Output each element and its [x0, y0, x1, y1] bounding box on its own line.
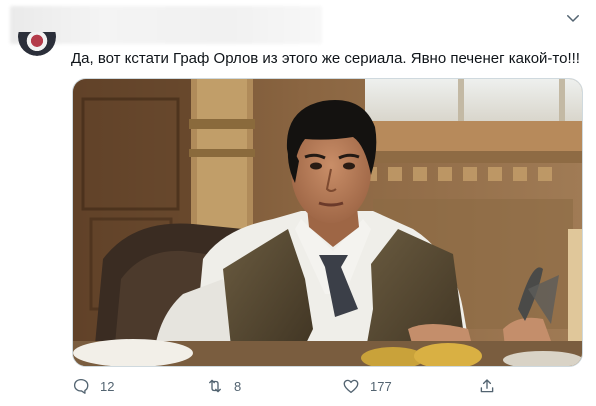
chevron-down-icon[interactable] [564, 9, 582, 27]
retweet-button[interactable]: 8 [206, 372, 241, 400]
retweet-icon [209, 379, 221, 393]
like-button[interactable]: 177 [342, 372, 392, 400]
reply-button[interactable]: 12 [72, 372, 114, 400]
tweet-text: Да, вот кстати Граф Орлов из этого же се… [71, 50, 580, 67]
heart-icon [343, 379, 359, 394]
reply-count: 12 [100, 378, 115, 394]
tweet-photo[interactable] [72, 78, 583, 367]
share-icon [480, 379, 494, 393]
speech-bubble-icon [73, 378, 89, 394]
tweet: Да, вот кстати Граф Орлов из этого же се… [0, 0, 596, 406]
tweet-actions: 12 8 177 [0, 372, 596, 400]
photo-image [73, 79, 582, 366]
retweet-count: 8 [234, 378, 242, 394]
share-button[interactable] [478, 372, 496, 400]
like-count: 177 [370, 378, 392, 394]
blurred-user-header [10, 6, 322, 44]
avatar[interactable] [18, 32, 56, 56]
